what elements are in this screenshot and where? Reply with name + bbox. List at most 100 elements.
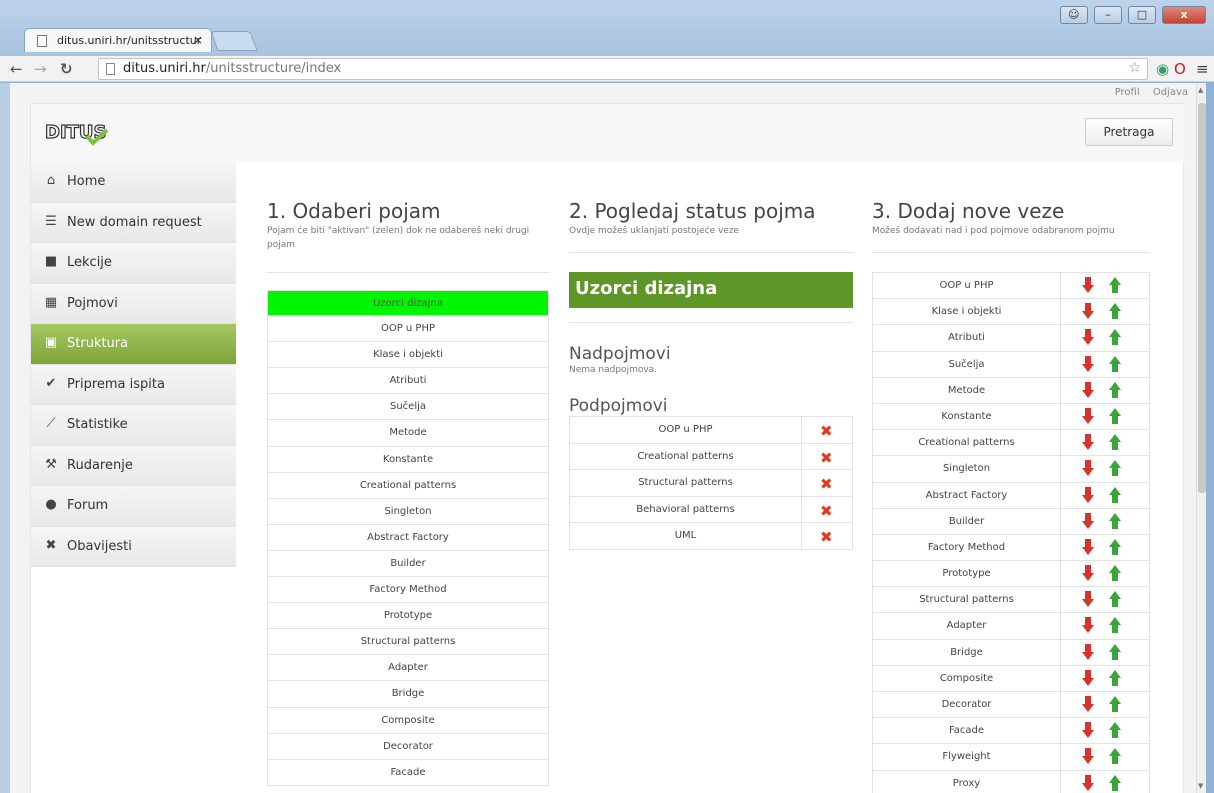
add-as-child-down-arrow-icon[interactable]	[1082, 538, 1094, 558]
tab-close-icon[interactable]: ×	[193, 33, 203, 47]
add-as-parent-up-arrow-icon[interactable]	[1109, 355, 1121, 375]
add-as-parent-up-arrow-icon[interactable]	[1109, 434, 1121, 453]
add-as-parent-up-arrow-icon[interactable]	[1109, 748, 1121, 767]
list-item[interactable]: Abstract Factory	[267, 524, 549, 551]
add-as-child-down-arrow-icon[interactable]	[1082, 434, 1094, 453]
remove-icon[interactable]: ✖	[820, 502, 833, 520]
sidebar-item-rudarenje[interactable]: ⚒ Rudarenje	[31, 445, 236, 486]
add-as-parent-up-arrow-icon[interactable]	[1109, 407, 1121, 427]
add-as-parent-up-arrow-icon[interactable]	[1109, 643, 1121, 663]
add-as-child-down-arrow-icon[interactable]	[1082, 277, 1094, 296]
reload-icon[interactable]: ↻	[60, 60, 73, 78]
minimize-button[interactable]: –	[1093, 6, 1122, 24]
add-as-parent-up-arrow-icon[interactable]	[1109, 329, 1121, 348]
sidebar-item-label: Obavijesti	[67, 538, 132, 554]
vertical-scrollbar[interactable]: ▲ ▼	[1196, 83, 1206, 793]
add-as-parent-up-arrow-icon[interactable]	[1109, 460, 1121, 479]
add-as-child-down-arrow-icon[interactable]	[1082, 774, 1094, 793]
add-as-parent-up-arrow-icon[interactable]	[1109, 669, 1121, 689]
new-tab-button[interactable]	[210, 31, 258, 51]
extension-green-icon[interactable]: ◉	[1156, 60, 1169, 78]
add-as-child-down-arrow-icon[interactable]	[1082, 407, 1094, 427]
user-icon[interactable]: ☺	[1059, 6, 1088, 24]
add-as-parent-up-arrow-icon[interactable]	[1109, 722, 1121, 741]
add-as-child-down-arrow-icon[interactable]	[1082, 486, 1094, 506]
add-as-child-down-arrow-icon[interactable]	[1082, 565, 1094, 584]
sidebar-item-new-domain-request[interactable]: ☰ New domain request	[31, 202, 236, 243]
browser-tab[interactable]: ditus.uniri.hr/unitsstructur ×	[24, 28, 212, 52]
list-item[interactable]: Facade	[267, 759, 549, 786]
menu-icon[interactable]: ≡	[1196, 60, 1209, 78]
add-as-parent-up-arrow-icon[interactable]	[1109, 277, 1121, 296]
sidebar-item-struktura[interactable]: ▣ Struktura	[31, 324, 236, 365]
remove-icon[interactable]: ✖	[820, 528, 833, 546]
search-button[interactable]: Pretraga	[1085, 118, 1173, 146]
add-as-child-down-arrow-icon[interactable]	[1082, 617, 1094, 636]
list-item[interactable]: Bridge	[267, 681, 549, 708]
sidebar-item-home[interactable]: ⌂ Home	[31, 162, 236, 203]
list-item[interactable]: OOP u PHP	[267, 316, 549, 343]
opera-icon[interactable]: O	[1174, 60, 1186, 78]
scroll-thumb[interactable]	[1198, 103, 1206, 493]
add-as-child-down-arrow-icon[interactable]	[1082, 460, 1094, 479]
address-bar[interactable]: ditus.uniri.hr/unitsstructure/index ☆	[98, 58, 1148, 80]
scroll-up-arrow-icon[interactable]: ▲	[1198, 86, 1203, 94]
list-item[interactable]: Creational patterns	[267, 472, 549, 499]
close-window-button[interactable]: x	[1162, 6, 1206, 24]
ditus-logo[interactable]: DITUS	[43, 118, 113, 148]
list-item[interactable]: Adapter	[267, 655, 549, 682]
scroll-down-arrow-icon[interactable]: ▼	[1198, 782, 1203, 790]
sidebar-item-statistike[interactable]: ⟋ Statistike	[31, 405, 236, 446]
add-as-parent-up-arrow-icon[interactable]	[1109, 512, 1121, 532]
list-item[interactable]: Atributi	[267, 368, 549, 395]
add-as-parent-up-arrow-icon[interactable]	[1109, 381, 1121, 401]
add-as-child-down-arrow-icon[interactable]	[1082, 381, 1094, 401]
list-item[interactable]: Builder	[267, 550, 549, 578]
add-as-child-down-arrow-icon[interactable]	[1082, 696, 1094, 715]
remove-icon[interactable]: ✖	[820, 422, 833, 440]
add-as-parent-up-arrow-icon[interactable]	[1109, 565, 1121, 584]
list-item[interactable]: Konstante	[267, 446, 549, 473]
add-as-parent-up-arrow-icon[interactable]	[1109, 303, 1121, 322]
add-as-child-down-arrow-icon[interactable]	[1082, 669, 1094, 689]
add-as-parent-up-arrow-icon[interactable]	[1109, 696, 1121, 715]
sidebar-item-priprema-ispita[interactable]: ✔ Priprema ispita	[31, 364, 236, 405]
add-as-child-down-arrow-icon[interactable]	[1082, 512, 1094, 532]
list-item[interactable]: Decorator	[267, 733, 549, 760]
remove-icon[interactable]: ✖	[820, 449, 833, 467]
bookmark-star-icon[interactable]: ☆	[1128, 60, 1141, 76]
add-as-child-down-arrow-icon[interactable]	[1082, 643, 1094, 663]
concept-label: Abstract Factory	[873, 482, 1061, 508]
list-item[interactable]: Composite	[267, 707, 549, 734]
add-as-parent-up-arrow-icon[interactable]	[1109, 617, 1121, 636]
add-as-parent-up-arrow-icon[interactable]	[1109, 774, 1121, 793]
forward-arrow-icon[interactable]: →	[34, 60, 47, 78]
list-item[interactable]: Structural patterns	[267, 629, 549, 656]
add-as-parent-up-arrow-icon[interactable]	[1109, 591, 1121, 610]
list-item[interactable]: Singleton	[267, 498, 549, 525]
list-item[interactable]: Klase i objekti	[267, 342, 549, 369]
add-as-child-down-arrow-icon[interactable]	[1082, 329, 1094, 348]
sidebar-item-lekcije[interactable]: ■ Lekcije	[31, 243, 236, 284]
sidebar-item-pojmovi[interactable]: ▦ Pojmovi	[31, 283, 236, 324]
sidebar-item-obavijesti[interactable]: ✖ Obavijesti	[31, 526, 236, 567]
list-item[interactable]: Factory Method	[267, 577, 549, 604]
sidebar-item-forum[interactable]: ● Forum	[31, 486, 236, 527]
list-item[interactable]: Sučelja	[267, 394, 549, 421]
back-arrow-icon[interactable]: ←	[10, 60, 23, 78]
add-as-child-down-arrow-icon[interactable]	[1082, 591, 1094, 610]
profile-link[interactable]: Profil	[1115, 87, 1140, 98]
add-as-child-down-arrow-icon[interactable]	[1082, 748, 1094, 767]
list-item[interactable]: Metode	[267, 420, 549, 447]
add-as-child-down-arrow-icon[interactable]	[1082, 303, 1094, 322]
table-row: Structural patterns	[872, 587, 1150, 614]
add-as-parent-up-arrow-icon[interactable]	[1109, 538, 1121, 558]
list-item[interactable]: Prototype	[267, 603, 549, 630]
add-as-child-down-arrow-icon[interactable]	[1082, 355, 1094, 375]
add-as-child-down-arrow-icon[interactable]	[1082, 722, 1094, 741]
remove-icon[interactable]: ✖	[820, 475, 833, 493]
maximize-button[interactable]: □	[1127, 6, 1156, 24]
logout-link[interactable]: Odjava	[1153, 87, 1188, 98]
add-as-parent-up-arrow-icon[interactable]	[1109, 486, 1121, 506]
list-item[interactable]: Uzorci dizajna	[267, 290, 549, 317]
